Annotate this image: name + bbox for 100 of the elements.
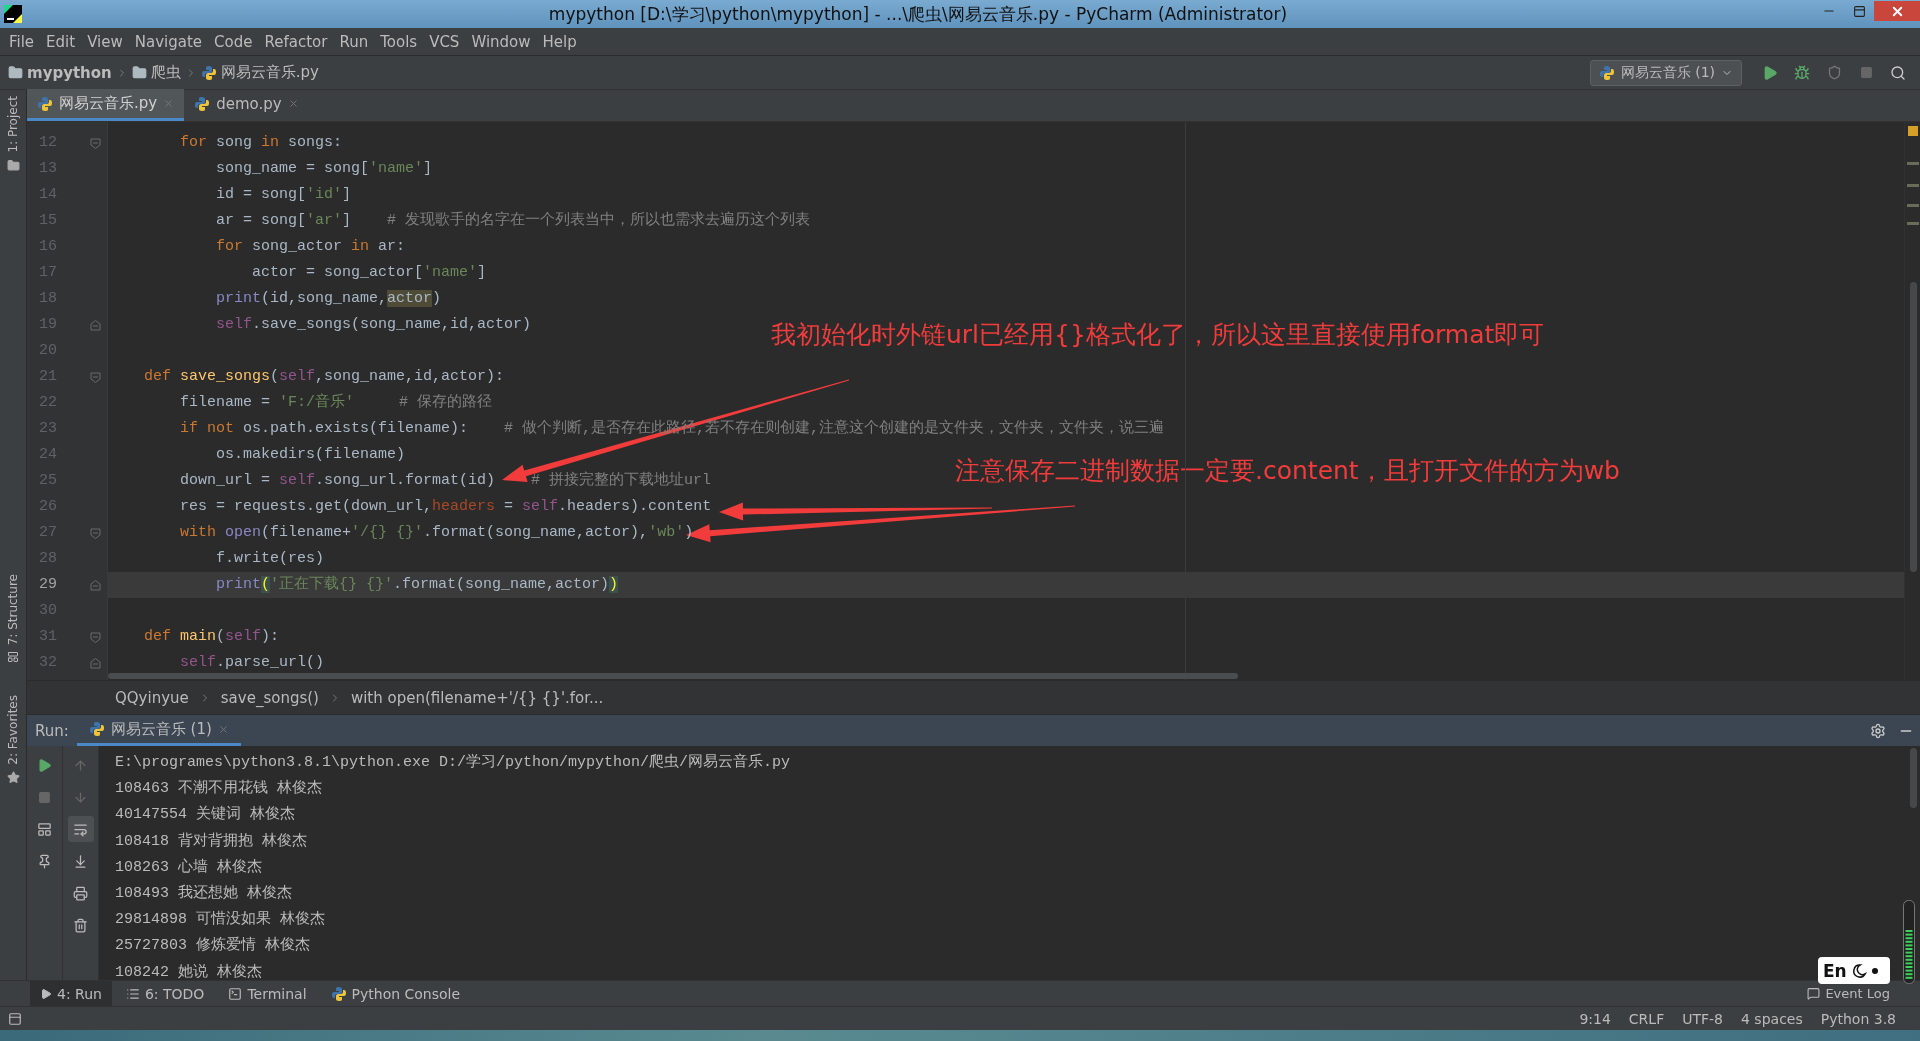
fold-marker-icon[interactable] bbox=[89, 527, 101, 539]
python-file-icon bbox=[1598, 64, 1615, 81]
code-line: f.write(res) bbox=[215, 549, 325, 569]
code-line: actor = song_actor['name'] bbox=[251, 263, 487, 283]
folder-icon bbox=[6, 158, 20, 172]
ime-indicator[interactable]: En bbox=[1818, 957, 1890, 984]
code-line: song_name = song['name'] bbox=[215, 159, 433, 179]
console-line: 108463 不潮不用花钱 林俊杰 bbox=[115, 778, 322, 800]
python-file-icon bbox=[194, 95, 211, 112]
code-line: def main(self): bbox=[143, 627, 280, 647]
tool-window-tab[interactable]: Terminal bbox=[218, 980, 317, 1007]
breadcrumb-item[interactable]: save_songs() bbox=[220, 688, 319, 707]
run-config-dropdown[interactable]: 网易云音乐 (1) bbox=[1589, 59, 1742, 86]
fold-marker-icon[interactable] bbox=[89, 631, 101, 643]
trash-icon[interactable] bbox=[73, 917, 88, 933]
menu-item[interactable]: Refactor bbox=[259, 32, 333, 51]
code-line: down_url = self.song_url.format(id) # 拼接完整的下载地址url bbox=[179, 470, 712, 491]
print-icon[interactable] bbox=[73, 885, 88, 901]
code-line: print(id,song_name,actor) bbox=[215, 289, 442, 309]
list-icon bbox=[125, 986, 140, 1001]
menu-item[interactable]: Run bbox=[334, 32, 374, 51]
close-icon[interactable] bbox=[287, 98, 299, 109]
python-file-icon bbox=[200, 64, 217, 81]
breadcrumb-item[interactable]: mypython bbox=[27, 63, 112, 82]
moon-icon bbox=[1850, 962, 1867, 979]
menu-item[interactable]: VCS bbox=[424, 32, 465, 51]
close-button[interactable] bbox=[1874, 1, 1920, 21]
line-number: 29 bbox=[38, 575, 58, 595]
fold-marker-icon[interactable] bbox=[89, 137, 101, 149]
fold-marker-icon[interactable] bbox=[89, 657, 101, 669]
annotation-text: 我初始化时外链url已经用{}格式化了，所以这里直接使用format即可 bbox=[771, 319, 1545, 351]
close-icon[interactable] bbox=[217, 723, 229, 735]
console-line: 108242 她说 林俊杰 bbox=[115, 962, 262, 980]
window-title: mypython [D:\学习\python\mypython] - ...\爬虫\网易云音乐.py - PyCharm (Administrator) bbox=[547, 2, 1289, 26]
status-item[interactable]: 4 spaces bbox=[1741, 1010, 1803, 1027]
python-file-icon bbox=[330, 985, 347, 1002]
star-icon bbox=[6, 771, 20, 784]
code-line: res = requests.get(down_url,headers = self.headers).content bbox=[179, 497, 712, 517]
status-item[interactable]: CRLF bbox=[1628, 1010, 1665, 1027]
code-line: with open(filename+'/{} {}'.format(song_name,actor),'wb') bbox=[179, 523, 694, 543]
menu-item[interactable]: File bbox=[4, 32, 40, 51]
status-item[interactable]: UTF-8 bbox=[1682, 1010, 1723, 1027]
close-icon[interactable] bbox=[163, 98, 175, 109]
breadcrumb-item[interactable]: 网易云音乐.py bbox=[220, 63, 319, 82]
debug-icon[interactable] bbox=[1794, 64, 1810, 81]
menu-item[interactable]: Help bbox=[537, 32, 582, 51]
rerun-icon[interactable] bbox=[37, 757, 52, 773]
run-icon[interactable] bbox=[1762, 64, 1778, 81]
favorites-tool-tab[interactable]: 2: Favorites bbox=[6, 695, 20, 765]
fold-marker-icon[interactable] bbox=[89, 319, 101, 331]
console-line: E:\programes\python3.8.1\python.exe D:/学习/python/mypython/爬虫/网易云音乐.py bbox=[115, 752, 791, 773]
error-stripe[interactable] bbox=[1904, 122, 1920, 680]
code-line: self.parse_url() bbox=[179, 653, 325, 673]
tool-window-tab[interactable]: 6: TODO bbox=[115, 980, 215, 1007]
run-label: Run: bbox=[34, 720, 70, 742]
editor-tab[interactable]: 网易云音乐.py bbox=[27, 89, 185, 121]
breadcrumb-item[interactable]: 爬虫 bbox=[150, 63, 181, 82]
maximize-icon[interactable] bbox=[1852, 4, 1866, 18]
code-line: def save_songs(self,song_name,id,actor): bbox=[143, 367, 505, 387]
scroll-to-end-icon[interactable] bbox=[73, 853, 88, 869]
menu-item[interactable]: Edit bbox=[41, 32, 81, 51]
folder-icon bbox=[8, 65, 23, 80]
python-file-icon bbox=[88, 721, 105, 737]
menu-item[interactable]: Window bbox=[466, 32, 536, 51]
project-tool-tab[interactable]: 1: Project bbox=[6, 96, 20, 153]
fold-marker-icon[interactable] bbox=[89, 371, 101, 383]
layout-icon[interactable] bbox=[37, 821, 52, 837]
menu-item[interactable]: View bbox=[82, 32, 128, 51]
soft-wrap-button[interactable] bbox=[67, 816, 94, 842]
down-arrow-icon[interactable] bbox=[73, 789, 88, 805]
breadcrumb-item[interactable]: QQyinyue bbox=[115, 688, 189, 707]
play-icon bbox=[40, 987, 52, 1000]
horizontal-scrollbar[interactable] bbox=[108, 673, 1238, 679]
pin-icon[interactable] bbox=[37, 853, 52, 869]
vertical-scrollbar[interactable] bbox=[1910, 282, 1917, 572]
console-line: 29814898 可惜没如果 林俊杰 bbox=[115, 909, 325, 931]
console-line: 108418 背对背拥抱 林俊杰 bbox=[115, 831, 307, 852]
search-icon[interactable] bbox=[1890, 64, 1906, 81]
editor-tab[interactable]: demo.py bbox=[184, 89, 309, 121]
stop-icon[interactable] bbox=[1859, 66, 1873, 79]
menu-item[interactable]: Code bbox=[209, 32, 258, 51]
tool-window-tab[interactable]: 4: Run bbox=[30, 980, 112, 1007]
tool-window-tab[interactable]: Python Console bbox=[320, 980, 471, 1007]
settings-icon[interactable] bbox=[1870, 722, 1886, 739]
code-line: for song in songs: bbox=[179, 133, 343, 153]
status-item[interactable]: Python 3.8 bbox=[1820, 1010, 1896, 1027]
structure-tool-tab[interactable]: 7: Structure bbox=[6, 573, 20, 646]
console-line: 40147554 关键词 林俊杰 bbox=[115, 804, 295, 826]
menu-item[interactable]: Navigate bbox=[129, 32, 208, 51]
code-line: os.makedirs(filename) bbox=[215, 445, 406, 465]
panel-toggle-icon[interactable] bbox=[8, 1011, 22, 1026]
fold-marker-icon[interactable] bbox=[89, 579, 101, 591]
vertical-scrollbar[interactable] bbox=[1910, 748, 1917, 808]
menu-item[interactable]: Tools bbox=[375, 32, 423, 51]
code-line: print('正在下载{} {}'.format(song_name,actor)) bbox=[215, 574, 619, 595]
event-log-button[interactable]: Event Log bbox=[1807, 986, 1890, 1001]
code-line: ar = song['ar'] # 发现歌手的名字在一个列表当中，所以也需求去遍历这个列表 bbox=[215, 210, 811, 231]
stop-icon[interactable] bbox=[38, 790, 51, 804]
status-item[interactable]: 9:14 bbox=[1579, 1010, 1611, 1027]
breadcrumb-item[interactable]: with open(filename+'/{} {}'.for... bbox=[350, 688, 604, 707]
